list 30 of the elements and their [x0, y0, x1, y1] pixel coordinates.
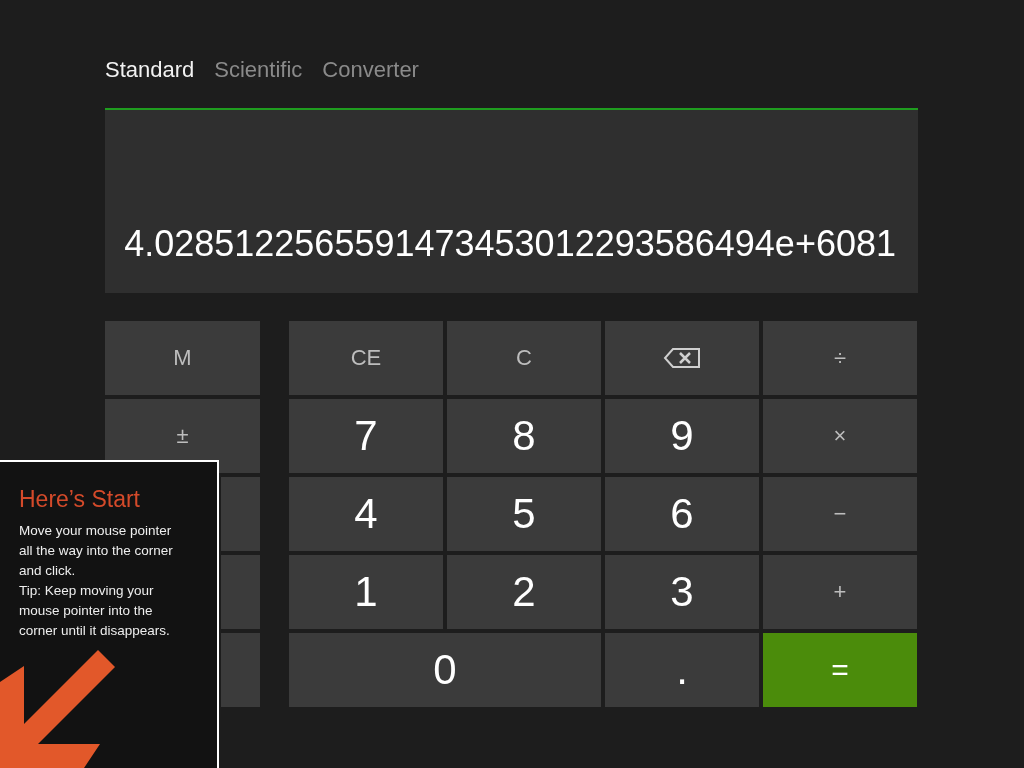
operator-key[interactable]: + [763, 555, 917, 629]
digit-key[interactable]: 8 [447, 399, 601, 473]
backspace-icon [663, 347, 701, 369]
digit-key[interactable]: 2 [447, 555, 601, 629]
mode-tab[interactable]: Standard [105, 54, 195, 86]
operator-key[interactable]: CE [289, 321, 443, 395]
digit-key[interactable]: 9 [605, 399, 759, 473]
digit-key[interactable]: 5 [447, 477, 601, 551]
operator-key[interactable]: × [763, 399, 917, 473]
digit-key[interactable]: . [605, 633, 759, 707]
digit-key[interactable]: 3 [605, 555, 759, 629]
backspace-key[interactable] [605, 321, 759, 395]
keypad-key[interactable] [221, 555, 260, 629]
tip-text: Move your mouse pointer all the way into the corner and click. Tip: Keep moving your mouse pointer into the corner until it disappears. [19, 522, 174, 640]
mode-tab[interactable]: Scientific [214, 54, 303, 86]
digit-key[interactable]: 6 [605, 477, 759, 551]
digit-key[interactable]: 7 [289, 399, 443, 473]
tip-title: Here’s Start [19, 486, 141, 513]
result-value: 4.0285122565591473453012293586494e+6081 [124, 223, 896, 265]
digit-key[interactable]: 1 [289, 555, 443, 629]
digit-key[interactable]: 4 [289, 477, 443, 551]
keypad-key[interactable] [221, 477, 260, 551]
digit-key[interactable]: 0 [289, 633, 601, 707]
equals-key[interactable]: = [763, 633, 917, 707]
operator-key[interactable]: − [763, 477, 917, 551]
operator-key[interactable]: C [447, 321, 601, 395]
mode-tab[interactable]: Converter [322, 54, 419, 86]
keypad-key[interactable] [221, 633, 260, 707]
memory-key[interactable]: M [105, 321, 260, 395]
operator-key[interactable]: ÷ [763, 321, 917, 395]
